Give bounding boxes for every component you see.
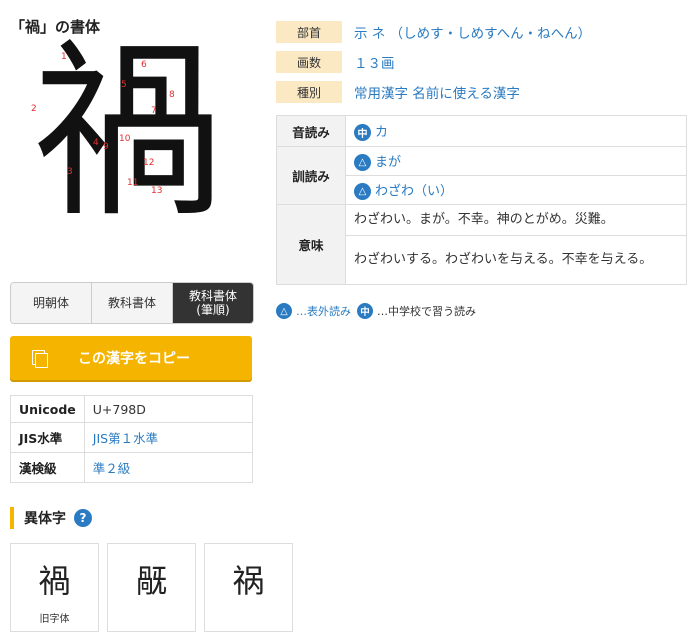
stroke-number: 7 xyxy=(151,106,157,116)
strokes-link[interactable]: １３画 xyxy=(354,52,395,72)
tab-mincho[interactable]: 明朝体 xyxy=(11,283,92,323)
junior-high-legend-text: …中学校で習う読み xyxy=(377,305,476,318)
table-row: 意味 わざわい。まが。不幸。神のとがめ。災難。 xyxy=(276,204,687,285)
variants-header: 異体字 ? xyxy=(10,507,92,529)
info-row-radical: 部首 示 ネ （しめす・しめすへん・ねへん） xyxy=(276,21,591,43)
readings-table: 音読み 中カ 訓読み △ まが △ わざわ（い） 意味 わざわい。まが。不幸。神のと… xyxy=(276,115,687,285)
stroke-number: 4 xyxy=(93,138,99,148)
code-key: Unicode xyxy=(10,395,85,423)
variant-card[interactable]: 禍 旧字体 xyxy=(10,543,99,632)
code-table: Unicode U+798D JIS水準 JIS第１水準 漢検級 準２級 xyxy=(10,395,254,483)
stroke-number: 1 xyxy=(61,52,67,62)
stroke-number: 5 xyxy=(121,80,127,90)
info-row-strokes: 画数 １３画 xyxy=(276,51,395,73)
reading-legend: △ …表外読み 中 …中学校で習う読み xyxy=(276,303,476,319)
info-row-type: 種別 常用漢字 名前に使える漢字 xyxy=(276,81,520,103)
junior-high-badge-icon: 中 xyxy=(357,303,373,319)
table-row: Unicode U+798D xyxy=(10,395,254,423)
font-style-tabs: 明朝体 教科書体 教科書体 (筆順) xyxy=(10,282,254,324)
table-row: 音読み 中カ xyxy=(276,115,687,147)
table-row: 漢検級 準２級 xyxy=(10,452,254,483)
section-accent-bar xyxy=(10,507,14,529)
stroke-number: 9 xyxy=(103,142,109,152)
variant-char: 旤 xyxy=(135,562,168,600)
triangle-badge-icon: △ xyxy=(276,303,292,319)
kun-reading-link[interactable]: わざわ（い） xyxy=(375,184,453,199)
variant-char: 祸 xyxy=(232,562,265,600)
kun-reading-link[interactable]: まが xyxy=(375,155,401,170)
help-icon[interactable]: ? xyxy=(74,509,92,527)
kun-reading-cell: △ まが xyxy=(345,146,687,176)
meaning-label: 意味 xyxy=(276,204,346,285)
tab-textbook[interactable]: 教科書体 xyxy=(92,283,173,323)
copy-kanji-button[interactable]: この漢字をコピー xyxy=(10,336,252,380)
stroke-number: 8 xyxy=(169,90,175,100)
kanji-character: 禍 xyxy=(33,22,224,243)
jis-level-link[interactable]: JIS第１水準 xyxy=(93,431,158,446)
stroke-number: 6 xyxy=(141,60,147,70)
code-key: JIS水準 xyxy=(10,422,85,453)
stroke-number: 13 xyxy=(151,186,163,196)
stroke-number: 10 xyxy=(119,134,131,144)
triangle-badge-icon: △ xyxy=(354,183,371,200)
variant-note: 旧字体 xyxy=(39,614,70,625)
kun-reading-label: 訓読み xyxy=(276,146,346,205)
stroke-number: 11 xyxy=(127,178,139,188)
tab-textbook-stroke-order[interactable]: 教科書体 (筆順) xyxy=(173,283,253,323)
variant-card[interactable]: 祸 xyxy=(204,543,293,632)
variant-card[interactable]: 旤 xyxy=(107,543,196,632)
table-row: 訓読み △ まが xyxy=(276,146,687,205)
type-label: 種別 xyxy=(276,81,342,103)
radical-link[interactable]: 示 ネ （しめす・しめすへん・ねへん） xyxy=(354,22,591,42)
radical-label: 部首 xyxy=(276,21,342,43)
junior-high-badge-icon: 中 xyxy=(354,124,371,141)
on-reading-link[interactable]: カ xyxy=(375,125,388,140)
on-reading-label: 音読み xyxy=(276,115,346,147)
triangle-badge-icon: △ xyxy=(354,154,371,171)
variant-char: 禍 xyxy=(38,562,71,600)
table-row: JIS水準 JIS第１水準 xyxy=(10,422,254,453)
meaning-text: わざわいする。わざわいを与える。不幸を与える。 xyxy=(345,235,687,285)
on-reading-cell: 中カ xyxy=(345,115,687,147)
copy-icon xyxy=(32,349,48,368)
kun-reading-cell: △ わざわ（い） xyxy=(345,175,687,205)
meaning-text: わざわい。まが。不幸。神のとがめ。災難。 xyxy=(345,204,687,236)
type-link[interactable]: 常用漢字 名前に使える漢字 xyxy=(354,82,520,102)
stroke-number: 2 xyxy=(31,104,37,114)
stroke-number: 3 xyxy=(67,167,73,177)
copy-button-label: この漢字をコピー xyxy=(78,351,190,367)
out-of-table-readings-link[interactable]: …表外読み xyxy=(296,303,351,319)
code-key: 漢検級 xyxy=(10,452,85,483)
kanji-stroke-order-display: 禍 1 2 3 4 5 6 7 8 9 10 11 12 13 xyxy=(25,38,245,260)
strokes-label: 画数 xyxy=(276,51,342,73)
stroke-number: 12 xyxy=(143,158,155,168)
code-value: U+798D xyxy=(83,395,254,423)
variants-title: 異体字 xyxy=(24,511,66,527)
kanken-level-link[interactable]: 準２級 xyxy=(93,461,131,476)
